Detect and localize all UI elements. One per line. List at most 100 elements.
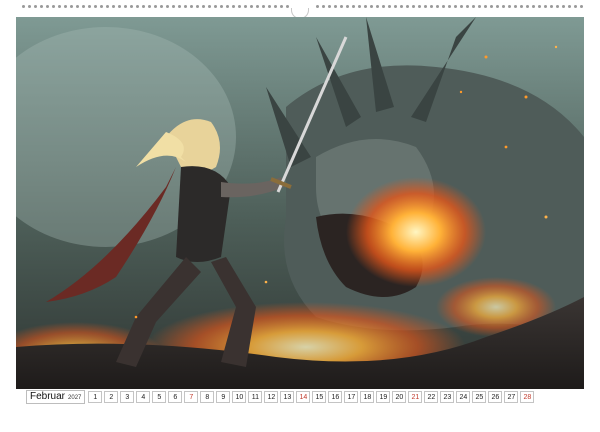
binding-hole <box>406 5 409 8</box>
binding-hole <box>424 5 427 8</box>
binding-hole <box>418 5 421 8</box>
month-label: Februar 2027 <box>26 390 86 404</box>
day-cell: 6 <box>168 391 183 403</box>
calendar-strip: Februar 2027 1 2 3 4 5 6 7 8 9 10 11 12 13 14 15 16 17 18… <box>26 390 574 404</box>
binding-hole <box>316 5 319 8</box>
binding-hole <box>124 5 127 8</box>
binding-hole <box>76 5 79 8</box>
day-list: 1 2 3 4 5 6 7 8 9 10 11 12 13 14 15 16 17 18 19 20 21 22 23 24 2… <box>88 391 535 403</box>
binding-hole <box>52 5 55 8</box>
day-cell: 25 <box>472 391 487 403</box>
binding-hole <box>94 5 97 8</box>
day-cell: 4 <box>136 391 151 403</box>
binding-hole <box>502 5 505 8</box>
binding-hole <box>46 5 49 8</box>
binding-hole <box>40 5 43 8</box>
binding-hole <box>106 5 109 8</box>
binding-hole <box>346 5 349 8</box>
binding-hole <box>538 5 541 8</box>
binding-hole <box>454 5 457 8</box>
binding-hole <box>178 5 181 8</box>
day-cell: 8 <box>200 391 215 403</box>
binding-hole <box>112 5 115 8</box>
binding-hole <box>322 5 325 8</box>
dragon-warrior-illustration <box>16 17 584 389</box>
binding-hole <box>142 5 145 8</box>
binding-hole <box>220 5 223 8</box>
day-cell: 1 <box>88 391 103 403</box>
day-cell: 9 <box>216 391 231 403</box>
binding-hole <box>274 5 277 8</box>
day-cell: 10 <box>232 391 247 403</box>
binding-hole <box>214 5 217 8</box>
binding-hole <box>148 5 151 8</box>
binding-hole <box>472 5 475 8</box>
day-cell: 15 <box>312 391 327 403</box>
day-cell: 24 <box>456 391 471 403</box>
binding-hole <box>118 5 121 8</box>
binding-hole <box>574 5 577 8</box>
day-cell: 14 <box>296 391 311 403</box>
binding-hole <box>514 5 517 8</box>
binding-hole <box>286 5 289 8</box>
day-cell: 21 <box>408 391 423 403</box>
binding-hole <box>130 5 133 8</box>
binding-hole <box>394 5 397 8</box>
day-cell: 22 <box>424 391 439 403</box>
day-cell: 28 <box>520 391 535 403</box>
binding-hole <box>160 5 163 8</box>
binding-hole <box>196 5 199 8</box>
binding-hole <box>28 5 31 8</box>
binding-hole <box>268 5 271 8</box>
binding-hole <box>58 5 61 8</box>
binding-hole <box>202 5 205 8</box>
binding-hole <box>328 5 331 8</box>
binding-hole <box>358 5 361 8</box>
day-cell: 23 <box>440 391 455 403</box>
binding-hole <box>532 5 535 8</box>
day-cell: 13 <box>280 391 295 403</box>
binding-hole <box>22 5 25 8</box>
binding-hole <box>154 5 157 8</box>
binding-hole <box>238 5 241 8</box>
binding-hole <box>382 5 385 8</box>
binding-hole <box>334 5 337 8</box>
binding-hole <box>466 5 469 8</box>
binding-hole <box>388 5 391 8</box>
binding-hole <box>184 5 187 8</box>
binding-hole <box>400 5 403 8</box>
binding-hole <box>244 5 247 8</box>
binding-hole <box>88 5 91 8</box>
binding-hole <box>484 5 487 8</box>
day-cell: 12 <box>264 391 279 403</box>
day-cell: 27 <box>504 391 519 403</box>
binding-hole <box>376 5 379 8</box>
binding-hole <box>136 5 139 8</box>
binding-hole <box>100 5 103 8</box>
binding-hole <box>520 5 523 8</box>
calendar-photo <box>16 17 584 389</box>
day-cell: 18 <box>360 391 375 403</box>
binding-hole <box>232 5 235 8</box>
binding-hole <box>256 5 259 8</box>
binding-hole <box>190 5 193 8</box>
binding-hole <box>412 5 415 8</box>
binding-hole <box>568 5 571 8</box>
binding-hole <box>460 5 463 8</box>
binding-hole <box>226 5 229 8</box>
day-cell: 11 <box>248 391 263 403</box>
binding-hole <box>172 5 175 8</box>
binding-hole <box>508 5 511 8</box>
day-cell: 26 <box>488 391 503 403</box>
binding-hole <box>496 5 499 8</box>
binding-hole <box>34 5 37 8</box>
binding-hole <box>70 5 73 8</box>
binding-hole <box>250 5 253 8</box>
day-cell: 17 <box>344 391 359 403</box>
day-cell: 20 <box>392 391 407 403</box>
binding-hole <box>562 5 565 8</box>
binding-hole <box>208 5 211 8</box>
month-year: 2027 <box>68 395 82 401</box>
binding-hole <box>580 5 583 8</box>
binding-hole <box>448 5 451 8</box>
